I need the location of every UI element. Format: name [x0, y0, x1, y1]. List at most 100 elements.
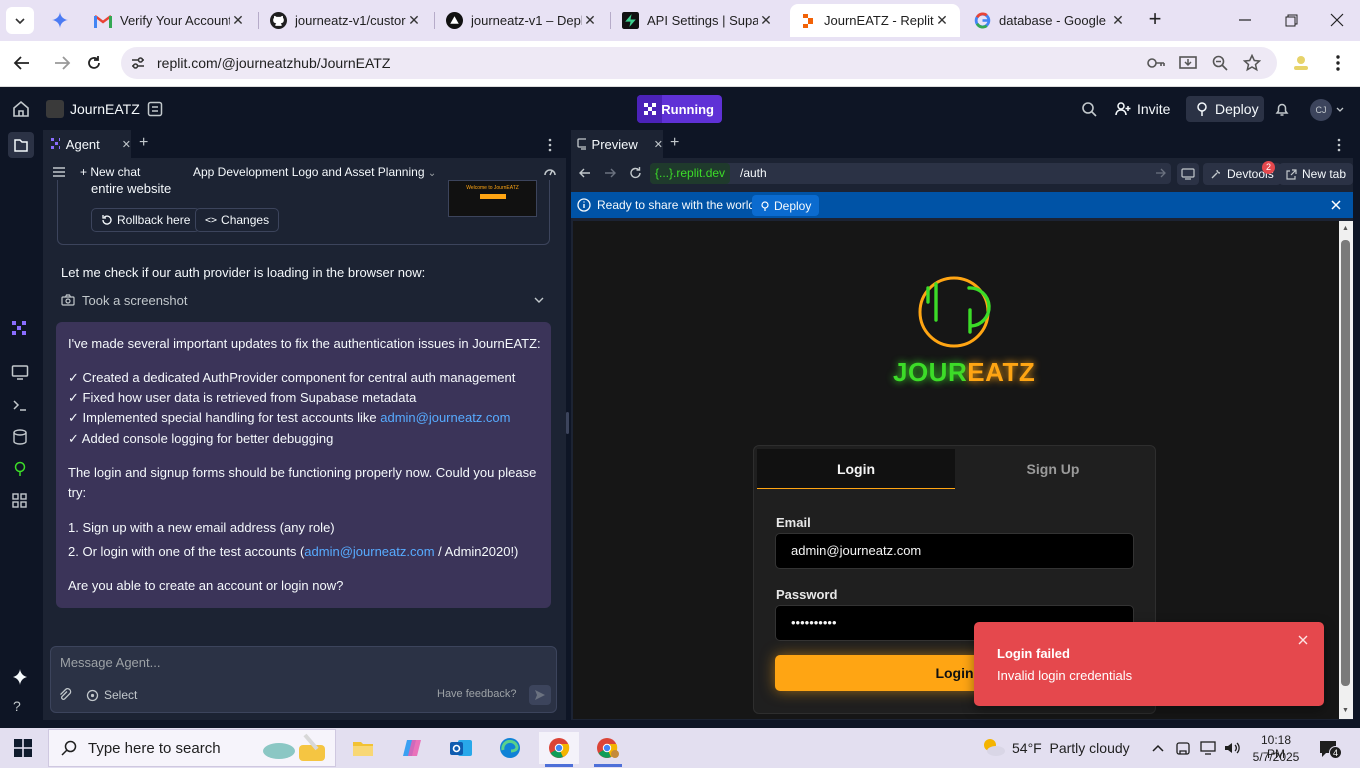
file-explorer-icon[interactable] [343, 732, 383, 764]
windows-start-icon[interactable] [14, 739, 32, 757]
login-tab[interactable]: Login [757, 449, 955, 489]
browser-tab-gmail[interactable]: Verify Your Account ✕ [84, 4, 256, 37]
site-info-icon[interactable] [130, 55, 146, 71]
password-key-icon[interactable] [1146, 55, 1166, 71]
close-icon[interactable]: ✕ [122, 138, 131, 151]
back-icon[interactable] [578, 166, 592, 180]
go-arrow-icon[interactable] [1155, 168, 1167, 178]
email-link[interactable]: admin@journeatz.com [304, 544, 434, 559]
agent-tab[interactable]: Agent ✕ [43, 130, 131, 158]
deploy-button[interactable]: Deploy [1186, 96, 1264, 122]
email-link[interactable]: admin@journeatz.com [380, 410, 510, 425]
new-tab-icon[interactable]: + [1144, 8, 1166, 31]
invite-button[interactable]: Invite [1109, 96, 1179, 122]
preview-domain[interactable]: {...}.replit.dev [650, 163, 731, 184]
database-icon[interactable] [11, 429, 29, 445]
forward-icon[interactable] [603, 166, 617, 180]
select-element-button[interactable]: Select [86, 688, 137, 702]
clock-date[interactable]: 5/7/2025 [1251, 750, 1301, 764]
sparkle-icon[interactable] [11, 669, 29, 685]
network-icon[interactable] [1199, 740, 1217, 756]
chat-title-dropdown[interactable]: App Development Logo and Asset Planning … [193, 165, 436, 179]
agent-icon[interactable] [11, 320, 29, 336]
scroll-up-arrow[interactable]: ▲ [1342, 225, 1349, 232]
send-button[interactable] [529, 685, 551, 705]
chat-list-icon[interactable] [52, 166, 66, 178]
close-icon[interactable]: ✕ [654, 138, 663, 151]
close-icon[interactable]: ✕ [582, 12, 598, 29]
close-icon[interactable]: ✕ [406, 12, 422, 29]
weather-text[interactable]: 54°F Partly cloudy [1012, 740, 1130, 756]
panel-resize-handle[interactable] [566, 412, 569, 434]
install-app-icon[interactable] [1179, 54, 1197, 72]
copilot-icon[interactable] [392, 732, 432, 764]
browser-tab-replit[interactable]: JournEATZ - Replit ✕ [790, 4, 960, 37]
secrets-icon[interactable] [11, 461, 29, 477]
add-tab-icon[interactable]: + [670, 134, 679, 152]
minimize-icon[interactable] [1236, 12, 1254, 28]
file-tree-icon[interactable] [147, 101, 163, 117]
chrome-profile-icon[interactable] [588, 732, 628, 764]
chevron-down-icon[interactable] [1335, 105, 1345, 115]
close-banner-icon[interactable] [1330, 199, 1342, 211]
device-preview-button[interactable] [1177, 163, 1199, 185]
preview-path[interactable]: /auth [740, 166, 767, 180]
message-input[interactable]: Message Agent... [60, 655, 160, 670]
webview-icon[interactable] [11, 364, 29, 380]
scroll-down-arrow[interactable]: ▼ [1342, 707, 1349, 714]
banner-deploy-button[interactable]: Deploy [752, 195, 820, 216]
reload-icon[interactable] [84, 53, 104, 73]
rollback-button[interactable]: Rollback here [91, 208, 201, 232]
new-tab-button[interactable]: New tab [1279, 163, 1354, 185]
chevron-up-icon[interactable] [1151, 742, 1165, 754]
back-icon[interactable] [12, 54, 32, 72]
close-icon[interactable]: ✕ [230, 12, 246, 29]
screenshot-disclosure[interactable]: Took a screenshot [61, 291, 550, 309]
shell-icon[interactable] [11, 397, 29, 413]
window-close-icon[interactable] [1328, 12, 1346, 28]
checkpoint-thumbnail[interactable]: Welcome to JournEATZ [448, 180, 537, 217]
profile-avatar-icon[interactable] [1290, 52, 1312, 74]
gemini-icon[interactable] [50, 10, 70, 30]
all-tools-icon[interactable] [11, 493, 29, 509]
outlook-icon[interactable] [441, 732, 481, 764]
more-options-icon[interactable] [545, 138, 555, 152]
browser-menu-icon[interactable] [1330, 53, 1346, 73]
chrome-icon[interactable] [539, 732, 579, 764]
project-avatar[interactable] [46, 100, 64, 118]
browser-tab-vercel[interactable]: journeatz-v1 – Depl ✕ [436, 4, 608, 37]
search-icon[interactable] [1081, 101, 1097, 117]
forward-icon[interactable] [52, 54, 72, 72]
edge-icon[interactable] [490, 732, 530, 764]
close-icon[interactable]: ✕ [758, 12, 774, 29]
close-icon[interactable]: ✕ [934, 12, 950, 29]
taskbar-search-box[interactable]: Type here to search [48, 729, 336, 767]
files-icon[interactable] [8, 132, 34, 158]
more-options-icon[interactable] [1334, 138, 1344, 152]
close-icon[interactable]: ✕ [1110, 12, 1126, 29]
feedback-link[interactable]: Have feedback? [437, 688, 517, 700]
help-icon[interactable]: ? [13, 698, 21, 714]
run-status-button[interactable]: Running [637, 95, 722, 123]
browser-tab-google[interactable]: database - Google S ✕ [964, 4, 1136, 37]
restore-icon[interactable] [1282, 12, 1300, 28]
user-avatar[interactable]: CJ [1310, 99, 1332, 121]
signup-tab[interactable]: Sign Up [955, 449, 1151, 489]
weather-icon[interactable] [980, 736, 1006, 758]
close-toast-icon[interactable] [1298, 635, 1308, 645]
volume-icon[interactable] [1223, 740, 1241, 756]
zoom-icon[interactable] [1211, 54, 1229, 72]
usage-gauge-icon[interactable] [543, 165, 557, 179]
scrollbar-thumb[interactable] [1341, 240, 1350, 686]
reload-icon[interactable] [628, 165, 643, 180]
preview-tab[interactable]: Preview ✕ [571, 130, 663, 158]
url-text[interactable]: replit.com/@journeatzhub/JournEATZ [157, 55, 390, 71]
meet-now-icon[interactable] [1175, 740, 1191, 756]
project-name[interactable]: JournEATZ [70, 101, 140, 117]
email-field[interactable]: admin@journeatz.com [775, 533, 1134, 569]
add-tab-icon[interactable]: + [139, 134, 148, 152]
browser-tab-github[interactable]: journeatz-v1/custor ✕ [260, 4, 432, 37]
new-chat-button[interactable]: + New chat [80, 165, 140, 179]
changes-button[interactable]: <> Changes [195, 208, 280, 232]
bell-icon[interactable] [1274, 101, 1290, 117]
